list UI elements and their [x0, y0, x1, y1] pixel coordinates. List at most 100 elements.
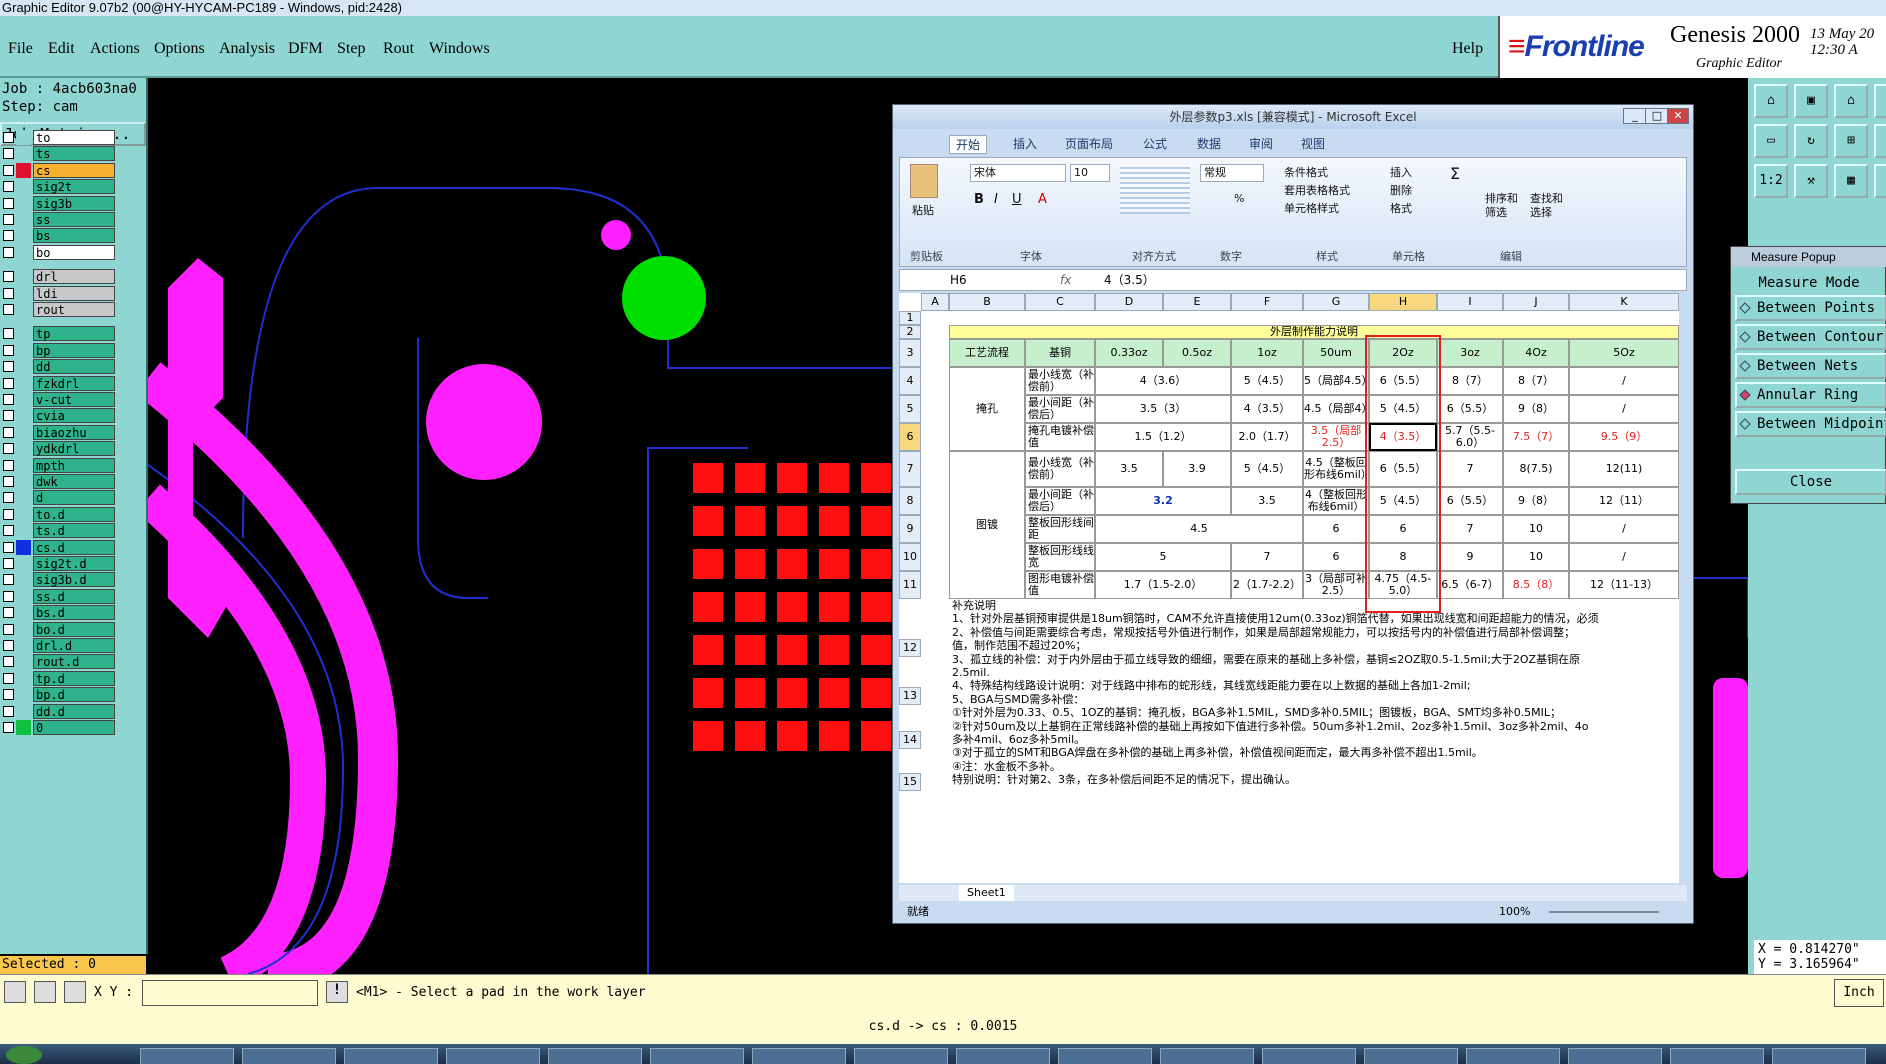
row-header[interactable]: 4 — [899, 367, 921, 395]
table-cell[interactable]: 1.5（1.2） — [1095, 423, 1231, 451]
layer-name[interactable]: rout — [33, 302, 115, 317]
format-cells-button[interactable]: 格式 — [1390, 200, 1412, 216]
layer-row-to[interactable]: to — [0, 130, 118, 145]
table-cell[interactable]: 4（3.5） — [1369, 423, 1437, 451]
row-header[interactable]: 10 — [899, 543, 921, 571]
table-cell[interactable]: 5（4.5） — [1231, 451, 1303, 487]
tab-data[interactable]: 数据 — [1197, 135, 1221, 152]
table-cell[interactable]: 5（局部4.5） — [1303, 367, 1369, 395]
layer-row-bo[interactable]: bo — [0, 244, 118, 260]
table-cell[interactable]: 10 — [1503, 543, 1569, 571]
font-size-select[interactable]: 10 — [1070, 164, 1110, 182]
taskbar-button[interactable] — [1262, 1048, 1356, 1064]
layer-checkbox[interactable] — [3, 394, 14, 405]
layer-name[interactable]: bo — [33, 244, 115, 260]
taskbar-button[interactable] — [1568, 1048, 1662, 1064]
column-header[interactable]: F — [1231, 293, 1303, 311]
layer-row-dd.d[interactable]: dd.d — [0, 703, 118, 719]
layer-row-cs[interactable]: cs — [0, 162, 118, 178]
table-cell[interactable]: 9 — [1437, 543, 1503, 571]
option-between-points[interactable]: Between Points — [1735, 295, 1886, 321]
table-cell[interactable]: 6 — [1303, 515, 1369, 543]
layer-name[interactable]: to — [33, 130, 115, 145]
table-cell[interactable]: 6（5.5） — [1437, 487, 1503, 515]
table-cell[interactable]: / — [1569, 367, 1679, 395]
menu-step[interactable]: Step — [337, 40, 365, 58]
layer-name[interactable]: sig3b.d — [33, 572, 115, 588]
layer-checkbox[interactable] — [3, 607, 14, 619]
layer-checkbox[interactable] — [3, 246, 14, 258]
taskbar-button[interactable] — [752, 1048, 846, 1064]
option-between-contours[interactable]: Between Contours — [1735, 324, 1886, 350]
layer-checkbox[interactable] — [3, 271, 14, 283]
sort-filter-button[interactable]: 排序和 筛选 — [1485, 192, 1518, 220]
table-cell[interactable]: 12(11) — [1569, 451, 1679, 487]
tab-review[interactable]: 审阅 — [1249, 135, 1273, 152]
layer-name[interactable]: drl — [33, 269, 115, 285]
taskbar-button[interactable] — [1772, 1048, 1866, 1064]
tool-button-icon[interactable]: ↻ — [1794, 124, 1828, 158]
insert-cells-button[interactable]: 插入 — [1390, 164, 1412, 180]
table-cell[interactable]: 6（5.5） — [1369, 367, 1437, 395]
italic-icon[interactable]: I — [994, 192, 998, 207]
layer-checkbox[interactable] — [3, 344, 14, 356]
layer-checkbox[interactable] — [3, 197, 14, 209]
table-cell[interactable]: 3.5（局部2.5） — [1303, 423, 1369, 451]
table-cell[interactable]: 4.5（整板回形布线6mil） — [1303, 451, 1369, 487]
sheet-tab[interactable]: Sheet1 — [959, 885, 1014, 901]
layer-row-biaozhu[interactable]: biaozhu — [0, 424, 118, 440]
layer-name[interactable]: sig2t — [33, 179, 115, 195]
row-header[interactable]: 15 — [899, 773, 921, 791]
layer-name[interactable]: mpth — [33, 457, 115, 473]
table-cell[interactable]: 5.7（5.5-6.0） — [1437, 423, 1503, 451]
layer-checkbox[interactable] — [3, 148, 14, 160]
measure-close-button[interactable]: Close — [1735, 469, 1886, 495]
layer-name[interactable]: ldi — [33, 285, 115, 301]
table-cell[interactable]: 7.5（7） — [1503, 423, 1569, 451]
taskbar-button[interactable] — [446, 1048, 540, 1064]
menu-dfm[interactable]: DFM — [288, 40, 323, 58]
tab-formulas[interactable]: 公式 — [1143, 135, 1167, 152]
layer-row-sig2t[interactable]: sig2t — [0, 179, 118, 195]
table-cell[interactable]: 9.5（9） — [1569, 423, 1679, 451]
layer-name[interactable]: cvia — [33, 408, 115, 424]
layer-row-ts[interactable]: ts — [0, 146, 118, 162]
taskbar-button[interactable] — [1058, 1048, 1152, 1064]
layer-row-v-cut[interactable]: v-cut — [0, 392, 118, 407]
table-cell[interactable]: 3.5 — [1231, 487, 1303, 515]
layer-name[interactable]: sig2t.d — [33, 556, 115, 571]
row-header[interactable]: 5 — [899, 395, 921, 423]
layer-row-ts.d[interactable]: ts.d — [0, 523, 118, 539]
layer-row-rout.d[interactable]: rout.d — [0, 654, 118, 670]
tool-button-icon[interactable]: ◧ — [1874, 84, 1886, 118]
layer-row-sig2t.d[interactable]: sig2t.d — [0, 556, 118, 571]
tool-button-icon[interactable]: ⌂ — [1834, 84, 1868, 118]
delete-cells-button[interactable]: 删除 — [1390, 182, 1412, 198]
layer-checkbox[interactable] — [3, 656, 14, 668]
table-cell[interactable]: 7 — [1437, 515, 1503, 543]
grid-icon[interactable] — [64, 981, 86, 1003]
column-header[interactable]: G — [1303, 293, 1369, 311]
layer-checkbox[interactable] — [3, 164, 14, 176]
layer-checkbox[interactable] — [3, 287, 14, 299]
layer-name[interactable]: 0 — [33, 720, 115, 735]
table-cell[interactable]: 5 — [1095, 543, 1231, 571]
layer-name[interactable]: v-cut — [33, 392, 115, 407]
table-cell[interactable]: 6 — [1303, 543, 1369, 571]
tool-button-icon[interactable]: ▦ — [1834, 164, 1868, 198]
layer-name[interactable]: ts.d — [33, 523, 115, 539]
layer-checkbox[interactable] — [3, 426, 14, 438]
table-cell[interactable]: 10 — [1503, 515, 1569, 543]
tab-insert[interactable]: 插入 — [1013, 135, 1037, 152]
layer-checkbox[interactable] — [3, 410, 14, 422]
tool-button-icon[interactable]: ▤ — [1874, 164, 1886, 198]
table-cell[interactable]: 3（局部可补2.5） — [1303, 571, 1369, 599]
layer-row-ydkdrl[interactable]: ydkdrl — [0, 441, 118, 457]
tab-view[interactable]: 视图 — [1301, 135, 1325, 152]
table-cell[interactable]: / — [1569, 543, 1679, 571]
excel-window[interactable]: 外层参数p3.xls [兼容模式] - Microsoft Excel _ □ … — [892, 104, 1694, 924]
row-header[interactable]: 1 — [899, 311, 921, 325]
start-button[interactable] — [6, 1046, 42, 1064]
table-format-button[interactable]: 套用表格格式 — [1284, 182, 1350, 198]
snap-icon[interactable] — [4, 981, 26, 1003]
